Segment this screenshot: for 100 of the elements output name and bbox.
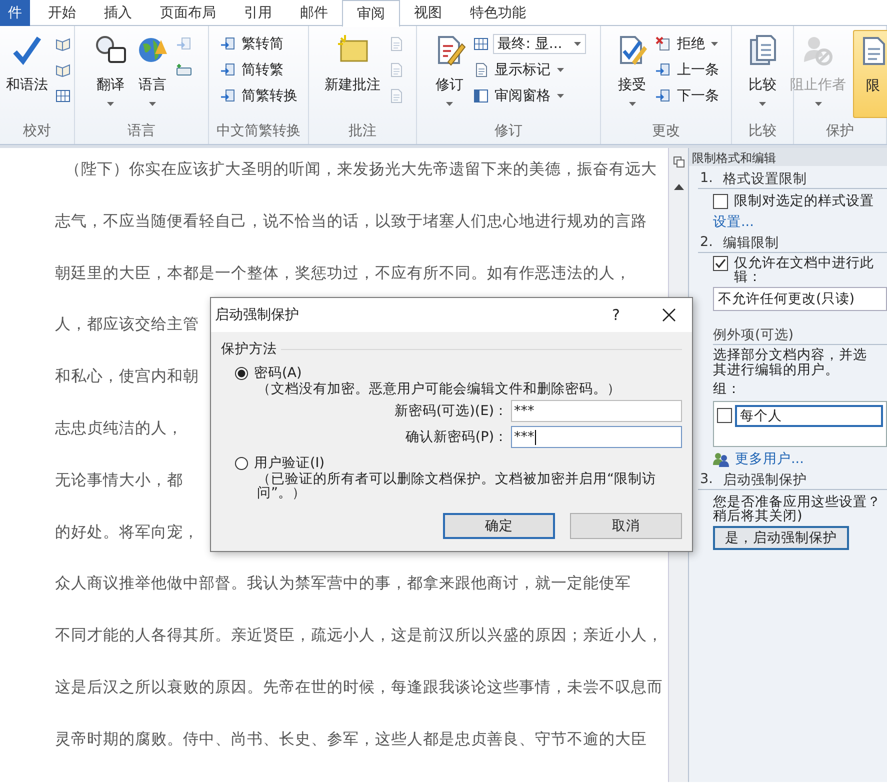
grid-icon: [55, 88, 71, 104]
grid-icon: [472, 36, 489, 52]
radio-button[interactable]: [235, 366, 248, 380]
radio-label: 密码(A): [254, 364, 302, 382]
arrow-icon: [220, 88, 236, 104]
arrow-icon: [655, 62, 671, 78]
panel-icon: [472, 88, 489, 104]
ribbon-button[interactable]: 比较: [744, 30, 782, 118]
ribbon-button[interactable]: 限: [853, 30, 887, 118]
ribbon-tab[interactable]: 开始: [34, 0, 90, 26]
close-icon[interactable]: [662, 308, 676, 322]
dialog-title: 启动强制保护: [215, 306, 299, 324]
field-label: 确认新密码(P)：: [405, 428, 508, 446]
checkbox-label: 限制对选定的样式设置: [734, 192, 874, 210]
ribbon-button[interactable]: 繁转简: [220, 34, 298, 54]
ribbon-button[interactable]: 和语法: [3, 30, 51, 118]
ribbon-button[interactable]: 语言: [134, 30, 172, 118]
speech-bubble-icon: [94, 34, 126, 66]
ribbon-tab[interactable]: 引用: [230, 0, 286, 26]
group-label: 校对: [22, 122, 52, 141]
checkbox[interactable]: [713, 194, 728, 208]
document-text: 志忠贞纯洁的人，: [55, 418, 183, 439]
section-number: 3.: [700, 470, 713, 489]
section-number: 2.: [700, 234, 713, 252]
ribbon-button[interactable]: 显示标记: [472, 60, 586, 80]
book-icon: [55, 36, 71, 52]
ribbon-button[interactable]: 上一条: [655, 60, 719, 80]
keyboard-icon: [176, 62, 192, 78]
ribbon-button[interactable]: 简繁转换: [220, 86, 298, 106]
checkbox[interactable]: [713, 256, 728, 271]
x-mark-icon: [655, 36, 671, 52]
field-label: 组：: [712, 380, 742, 398]
section-number: 1.: [700, 170, 713, 188]
document-text: 众人商议推举他做中部督。我认为禁军营中的事，都拿来跟他商讨，就一定能使军: [55, 573, 631, 594]
radio-button[interactable]: [235, 456, 248, 470]
section-heading: 启动强制保护: [722, 470, 807, 489]
more-users-link[interactable]: 更多用户...: [735, 450, 804, 468]
person-icon: [802, 34, 834, 66]
scroll-up-icon[interactable]: [674, 184, 684, 190]
checkbox[interactable]: [717, 408, 732, 424]
ribbon-button[interactable]: 审阅窗格: [472, 86, 586, 106]
file-tab[interactable]: 件: [0, 0, 30, 26]
dropdown[interactable]: 不允许任何更改(只读): [713, 287, 887, 312]
list-item[interactable]: 每个人: [735, 404, 883, 427]
caret-icon: [574, 42, 582, 46]
window-icon: [672, 156, 684, 168]
method-description: （已验证的所有者可以删除文档保护。文档被加密并启用“限制访问”。）: [257, 472, 657, 501]
ribbon-tab[interactable]: 审阅: [342, 0, 400, 27]
group-label: 比较: [748, 122, 778, 141]
help-button[interactable]: ?: [612, 306, 620, 324]
document-text: （陛下）你实在应该扩大圣明的听闻，来发扬光大先帝遗留下来的美德，振奋有远大: [64, 159, 657, 180]
section-heading: 格式设置限制: [722, 170, 807, 188]
method-description: （文档没有加密。恶意用户可能会编辑文件和删除密码。）: [257, 382, 622, 396]
document-text: 志气，不应当随便看轻自己，说不恰当的话，以致于堵塞人们忠心地进行规劝的言路: [55, 210, 647, 232]
group-label: 修订: [494, 122, 524, 141]
group-label: 批注: [348, 122, 378, 141]
checkbox-label: 仅允许在文档中进行此 辑：: [734, 256, 874, 284]
document-text: 这是后汉之所以衰败的原因。先帝在世的时候，每逢跟我谈论这些事情，未尝不叹息而: [55, 676, 663, 698]
document-text: 不同才能的人各得其所。亲近贤臣，疏远小人，这是前汉所以兴盛的原因；亲近小人，: [55, 625, 663, 646]
ribbon-tab[interactable]: 特色功能: [456, 0, 540, 26]
question-text: 您是否准备应用这些设置？ 稍后将其关闭): [712, 494, 882, 524]
ribbon-button[interactable]: 拒绝: [655, 34, 719, 54]
ribbon-tab[interactable]: 页面布局: [146, 0, 230, 26]
settings-link[interactable]: 设置...: [698, 213, 887, 231]
list-box[interactable]: 每个人: [713, 400, 887, 447]
group-label: 语言: [126, 122, 156, 141]
ribbon-button[interactable]: 修订: [430, 30, 469, 118]
ribbon-tab[interactable]: 插入: [90, 0, 146, 26]
arrow-icon: [220, 62, 236, 78]
arrow-icon: [655, 88, 671, 104]
group-label: 更改: [651, 122, 681, 141]
password-field[interactable]: ***: [511, 400, 682, 422]
ribbon-button[interactable]: 接受: [613, 30, 651, 118]
group-label: 保护方法: [221, 340, 277, 358]
field-label: 新密码(可选)(E)：: [394, 402, 508, 420]
radio-label: 用户验证(I): [254, 454, 325, 472]
dialog-button[interactable]: 确定: [443, 512, 555, 539]
document-text: 和私心，使宫内和朝: [55, 366, 199, 388]
group-label: 中文简繁转换: [216, 122, 302, 141]
document-text: 灵帝时期的腐败。侍中、尚书、长史、参军，这些人都是忠贞善良、守节不逾的大臣: [55, 728, 647, 750]
group-label: 保护: [825, 122, 855, 141]
subsection-heading: 例外项(可选): [713, 326, 887, 346]
arrow-icon: [220, 36, 236, 52]
pane-title: 限制格式和编辑: [689, 148, 887, 166]
description-text: 选择部分文档内容，并选 其进行编辑的用户。: [712, 348, 868, 377]
start-protection-button[interactable]: 是，启动强制保护: [713, 526, 849, 550]
ribbon-tab[interactable]: 视图: [400, 0, 456, 26]
ribbon-button[interactable]: 简转繁: [220, 60, 298, 80]
dropdown[interactable]: 最终: 显...: [492, 34, 586, 54]
ribbon-tab[interactable]: 邮件: [286, 0, 342, 26]
document-text: 的好处。将军向宠，: [55, 522, 199, 543]
section-heading: 编辑限制: [722, 234, 779, 252]
dialog-button[interactable]: 取消: [570, 512, 682, 539]
document-text: 朝廷里的大臣，本都是一个整体，奖惩功过，不应有所不同。如有作恶违法的人，: [55, 262, 631, 284]
ribbon-button[interactable]: 新建批注: [322, 30, 384, 118]
document-text: 人，都应该交给主管: [55, 314, 199, 336]
password-field[interactable]: ***: [511, 426, 682, 448]
ribbon-button[interactable]: 翻译: [92, 30, 130, 118]
book-icon: [55, 62, 71, 78]
ribbon-button[interactable]: 下一条: [655, 86, 719, 106]
